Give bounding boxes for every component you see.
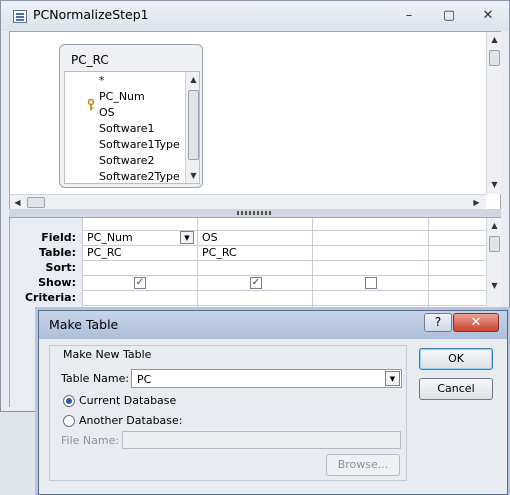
browse-button[interactable]: Browse... xyxy=(326,454,400,476)
make-table-dialog: Make Table ? ✕ Make New Table Table Name… xyxy=(38,310,508,495)
field-list-item[interactable]: Software1 xyxy=(99,122,155,136)
scroll-left-icon[interactable]: ◀ xyxy=(10,195,25,210)
grid-line xyxy=(82,290,486,291)
minimize-button[interactable]: – xyxy=(397,7,421,25)
grid-table-cell[interactable]: PC_RC xyxy=(87,246,122,259)
scroll-thumb[interactable] xyxy=(489,236,500,252)
scroll-thumb[interactable] xyxy=(27,197,45,208)
show-checkbox[interactable]: ✓ xyxy=(250,277,262,289)
grid-line xyxy=(82,305,486,306)
scroll-thumb[interactable] xyxy=(188,90,199,160)
grid-table-cell[interactable]: PC_RC xyxy=(202,246,237,259)
grid-line xyxy=(82,275,486,276)
scroll-up-icon[interactable]: ▲ xyxy=(186,72,199,87)
grid-field-cell[interactable]: PC_Num xyxy=(87,231,133,244)
dialog-titlebar[interactable]: Make Table ? ✕ xyxy=(39,311,507,339)
table-name[interactable]: PC_RC xyxy=(71,53,109,67)
field-list-item[interactable]: * xyxy=(99,74,105,88)
field-list-item[interactable]: Software1Type xyxy=(99,138,180,152)
grid-line xyxy=(82,230,486,231)
another-database-label[interactable]: Another Database: xyxy=(79,414,183,427)
grid-field-cell[interactable]: OS xyxy=(202,231,218,244)
row-label-sort: Sort: xyxy=(45,261,76,274)
table-name-combobox[interactable]: PC ▼ xyxy=(131,369,402,388)
field-list-item[interactable]: OS xyxy=(99,106,115,120)
another-database-radio[interactable] xyxy=(63,415,75,427)
grid-line xyxy=(82,260,486,261)
scroll-down-icon[interactable]: ▼ xyxy=(487,177,502,192)
group-label: Make New Table xyxy=(61,348,154,361)
row-label-show: Show: xyxy=(38,276,76,289)
file-name-input[interactable] xyxy=(122,431,401,449)
table-pane[interactable]: PC_RC * PC_Num OS Software1 Software1Typ… xyxy=(9,31,501,211)
table-name-label: Table Name: xyxy=(61,372,130,385)
table-name-value[interactable]: PC xyxy=(137,373,151,386)
show-checkbox[interactable] xyxy=(365,277,377,289)
scroll-down-icon[interactable]: ▼ xyxy=(487,278,502,293)
splitter-grip[interactable] xyxy=(237,211,273,215)
scroll-up-icon[interactable]: ▲ xyxy=(487,32,502,47)
show-checkbox[interactable]: ✓ xyxy=(134,277,146,289)
scroll-thumb[interactable] xyxy=(489,50,500,66)
cancel-button[interactable]: Cancel xyxy=(419,378,493,400)
grid-line xyxy=(82,245,486,246)
window-titlebar[interactable]: PCNormalizeStep1 – ▢ ✕ xyxy=(1,1,509,31)
field-list[interactable]: * PC_Num OS Software1 Software1Type Soft… xyxy=(64,71,200,184)
chevron-down-icon[interactable]: ▼ xyxy=(180,231,194,244)
table-pane-hscrollbar[interactable]: ◀ ▶ xyxy=(10,194,486,210)
restore-button[interactable]: ▢ xyxy=(437,7,461,25)
table-field-list-pc-rc[interactable]: PC_RC * PC_Num OS Software1 Software1Typ… xyxy=(59,44,203,188)
row-label-field: Field: xyxy=(41,231,76,244)
file-name-label: File Name: xyxy=(61,434,120,447)
scroll-up-icon[interactable]: ▲ xyxy=(487,218,502,233)
window-title: PCNormalizeStep1 xyxy=(33,7,149,22)
dialog-close-button[interactable]: ✕ xyxy=(453,313,499,332)
field-list-item[interactable]: Software2Type xyxy=(99,170,180,183)
scroll-down-icon[interactable]: ▼ xyxy=(186,168,199,183)
ok-button[interactable]: OK xyxy=(419,348,493,370)
close-button[interactable]: ✕ xyxy=(476,7,500,25)
current-database-radio[interactable] xyxy=(63,395,75,407)
scroll-right-icon[interactable]: ▶ xyxy=(469,195,484,210)
query-icon xyxy=(13,10,27,23)
field-list-item[interactable]: PC_Num xyxy=(99,90,145,104)
pane-splitter[interactable] xyxy=(9,209,501,217)
row-label-table: Table: xyxy=(38,246,76,259)
field-list-scrollbar[interactable]: ▲ ▼ xyxy=(185,72,199,183)
chevron-down-icon[interactable]: ▼ xyxy=(385,371,400,386)
field-list-item[interactable]: Software2 xyxy=(99,154,155,168)
key-icon xyxy=(87,99,95,111)
dialog-title: Make Table xyxy=(49,317,119,332)
table-pane-vscrollbar[interactable]: ▲ ▼ xyxy=(486,32,501,194)
help-button[interactable]: ? xyxy=(424,313,452,332)
current-database-label[interactable]: Current Database xyxy=(79,394,176,407)
row-label-criteria: Criteria: xyxy=(24,291,76,304)
